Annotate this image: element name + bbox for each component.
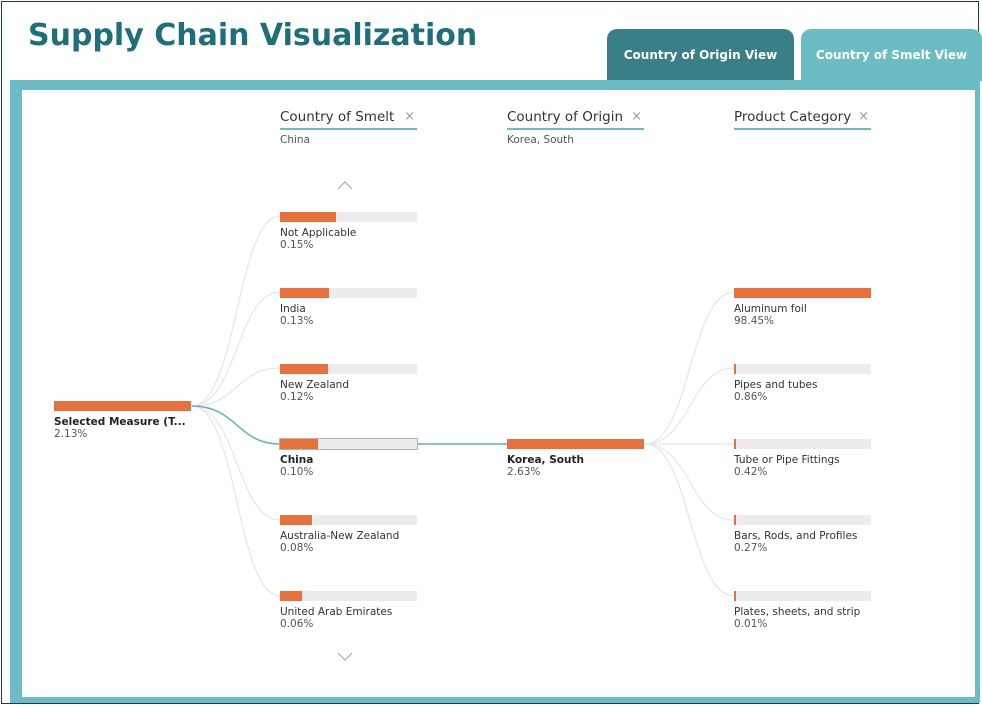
level-selection: Korea, South [507,134,574,146]
tree-node-smelt[interactable]: New Zealand 0.12% [280,364,417,403]
tree-node-root[interactable]: Selected Measure (T... 2.13% [54,401,191,440]
link-origin-plates [644,443,735,597]
link-origin-aluminum [644,291,735,445]
close-icon[interactable]: × [404,109,417,125]
node-bar-fill [507,439,644,449]
level-title: Product Category [734,109,852,125]
tree-node-smelt[interactable]: United Arab Emirates 0.06% [280,591,417,630]
node-bar-fill [280,439,318,449]
node-bar-fill [734,364,736,374]
tree-node-smelt-selected[interactable]: China 0.10% [279,438,418,478]
tree-node-smelt[interactable]: India 0.13% [280,288,417,327]
node-label: Korea, South [507,454,584,466]
node-bar-fill [734,439,736,449]
node-label: United Arab Emirates [280,606,393,618]
node-label: New Zealand [280,379,349,391]
node-value: 98.45% [734,315,775,327]
tree-node-smelt[interactable]: Not Applicable 0.15% [280,212,417,251]
tree-node-category[interactable]: Aluminum foil 98.45% [734,288,871,327]
node-label: India [280,303,306,315]
node-label: Tube or Pipe Fittings [734,454,840,466]
node-value: 0.12% [280,391,314,403]
node-value: 0.06% [280,618,314,630]
chevron-down-icon[interactable] [337,650,353,666]
tree-node-category[interactable]: Tube or Pipe Fittings 0.42% [734,439,871,478]
node-value: 0.15% [280,239,314,251]
node-bar [54,401,191,411]
link-root-uae [191,405,281,597]
level-header-category: Product Category × [734,109,871,130]
level-selection: China [280,134,310,146]
node-label: Not Applicable [280,227,357,239]
level-header-origin: Country of Origin × Korea, South [507,109,644,146]
node-bar-fill [280,364,328,374]
node-value: 0.13% [280,315,314,327]
node-value: 2.63% [507,466,541,478]
node-label: Bars, Rods, and Profiles [734,530,858,542]
node-bar-fill [280,212,336,222]
tree-node-smelt[interactable]: Australia-New Zealand 0.08% [280,515,417,554]
node-label: Selected Measure (T... [54,416,186,428]
node-label: Plates, sheets, and strip [734,606,861,618]
node-label: Aluminum foil [734,303,807,315]
link-origin-bars [644,443,735,521]
link-root-india [191,291,281,407]
node-bar-fill [734,288,871,298]
node-bar-fill [734,591,736,601]
node-bar-fill [280,288,329,298]
link-root-not-applicable [191,215,281,407]
node-value: 0.08% [280,542,314,554]
close-icon[interactable]: × [631,109,644,125]
level-header-smelt: Country of Smelt × China [280,109,417,146]
node-bar-fill [734,515,736,525]
tree-node-category[interactable]: Pipes and tubes 0.86% [734,364,871,403]
tree-node-origin-selected[interactable]: Korea, South 2.63% [507,439,644,478]
chevron-up-icon[interactable] [337,178,353,194]
node-value: 0.86% [734,391,768,403]
node-bar-fill [280,591,302,601]
node-label: Pipes and tubes [734,379,818,391]
tree-node-category[interactable]: Plates, sheets, and strip 0.01% [734,591,871,630]
level-title: Country of Smelt [280,109,395,125]
link-origin-pipes [644,367,735,445]
node-value: 0.01% [734,618,768,630]
node-value: 0.27% [734,542,768,554]
node-bar-fill [280,515,312,525]
node-value: 0.10% [280,466,314,478]
node-value: 2.13% [54,428,88,440]
node-label: Australia-New Zealand [280,530,400,542]
tree-node-category[interactable]: Bars, Rods, and Profiles 0.27% [734,515,871,554]
node-value: 0.42% [734,466,768,478]
link-root-australia [191,405,281,521]
node-label: China [280,454,314,466]
level-title: Country of Origin [507,109,624,125]
close-icon[interactable]: × [858,109,871,125]
